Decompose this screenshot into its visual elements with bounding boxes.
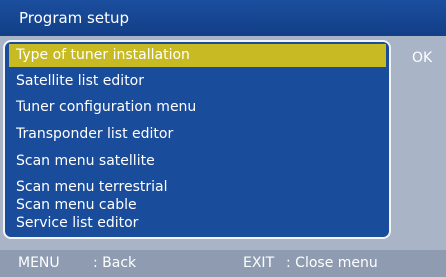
menu-key-label: MENU — [18, 255, 60, 271]
title-bar: Program setup — [0, 0, 446, 36]
menu-item-satellite-list-editor[interactable]: Satellite list editor — [9, 70, 386, 93]
footer-bar: MENU : Back EXIT : Close menu — [0, 250, 446, 277]
menu-key-action: : Back — [93, 255, 137, 271]
exit-key-label: EXIT — [243, 255, 275, 271]
menu-item-service-list-editor[interactable]: Service list editor — [9, 214, 386, 233]
menu-item-scan-menu-cable[interactable]: Scan menu cable — [9, 196, 386, 215]
page-title: Program setup — [19, 9, 130, 27]
menu-item-transponder-list-editor[interactable]: Transponder list editor — [9, 123, 386, 146]
menu-item-scan-menu-satellite[interactable]: Scan menu satellite — [9, 150, 386, 173]
exit-key-action: : Close menu — [286, 255, 378, 271]
menu-item-tuner-configuration-menu[interactable]: Tuner configuration menu — [9, 96, 386, 119]
main-panel: Type of tuner installation Satellite lis… — [0, 36, 446, 250]
menu-item-type-of-tuner-installation[interactable]: Type of tuner installation — [9, 44, 386, 67]
menu-list: Type of tuner installation Satellite lis… — [3, 40, 391, 239]
menu-item-scan-menu-terrestrial[interactable]: Scan menu terrestrial — [9, 178, 386, 197]
ok-button[interactable]: OK — [412, 50, 432, 66]
